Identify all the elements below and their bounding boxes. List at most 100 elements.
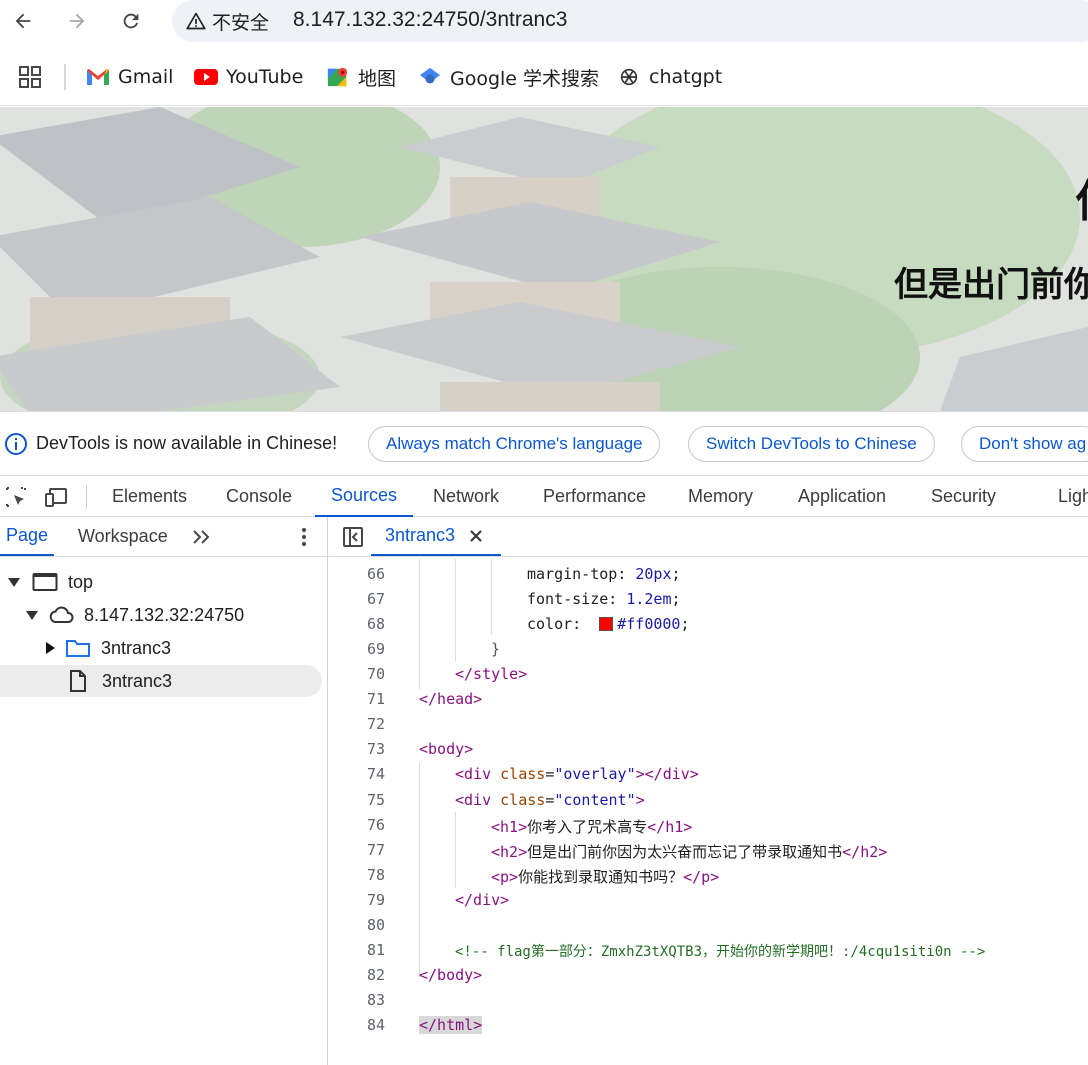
scholar-icon — [419, 67, 441, 84]
line-number: 68 — [366, 615, 385, 633]
indent-guide — [419, 762, 420, 977]
code-line: </body> — [419, 966, 483, 984]
back-button[interactable] — [8, 6, 38, 36]
code-line: </div> — [455, 891, 510, 909]
code-line: <body> — [419, 740, 474, 758]
tab-page[interactable]: Page — [0, 517, 55, 556]
tab-performance[interactable]: Performance — [543, 476, 646, 517]
tree-item-file[interactable]: 3ntranc3 — [0, 665, 322, 697]
line-number: 77 — [366, 841, 385, 859]
tree-item-top[interactable]: top — [0, 566, 322, 598]
forward-button[interactable] — [62, 6, 92, 36]
code-line: margin-top: 20px; — [527, 565, 681, 583]
apps-grid-icon[interactable] — [18, 65, 42, 89]
tree-item-host[interactable]: 8.147.132.32:24750 — [0, 599, 322, 631]
security-label: 不安全 — [212, 11, 270, 34]
line-number: 67 — [366, 590, 385, 608]
bookmark-chatgpt[interactable]: chatgpt — [617, 64, 722, 90]
infobar-message: DevTools is now available in Chinese! — [36, 433, 338, 453]
code-line: color: #ff0000; — [527, 615, 690, 633]
address-bar: 不安全 8.147.132.32:24750/3ntranc3 — [0, 0, 1088, 42]
tree-label: 8.147.132.32:24750 — [84, 604, 245, 625]
line-number: 66 — [366, 565, 385, 583]
bookmark-youtube[interactable]: YouTube — [194, 64, 303, 90]
info-icon — [5, 433, 27, 455]
code-line: } — [491, 640, 501, 658]
reload-button[interactable] — [116, 6, 146, 36]
page-heading-h2: 但是出门前你 — [894, 265, 1088, 305]
inspect-element-icon[interactable] — [4, 485, 28, 509]
more-options-icon[interactable] — [296, 517, 312, 556]
bookmark-label: Gmail — [118, 66, 174, 88]
editor-tab-file[interactable]: 3ntranc3 — [371, 517, 501, 556]
tab-sources[interactable]: Sources — [315, 476, 414, 517]
tab-elements[interactable]: Elements — [112, 476, 187, 517]
bookmarks-separator — [64, 64, 66, 90]
device-toolbar-icon[interactable] — [44, 485, 68, 509]
flag-comment-line: <!-- flag第一部分：ZmxhZ3tXQTB3，开始你的新学期吧！:/4c… — [455, 944, 986, 960]
bookmark-maps[interactable]: 地图 — [326, 64, 396, 90]
code-line: <div class="content"> — [455, 791, 645, 809]
warning-icon — [186, 12, 206, 30]
arrow-left-icon — [15, 13, 31, 29]
editor-tabs: 3ntranc3 — [329, 517, 1088, 557]
openai-icon — [620, 68, 638, 86]
close-icon[interactable] — [469, 529, 483, 543]
line-number: 71 — [366, 690, 385, 708]
expand-down-icon — [26, 610, 38, 620]
line-number: 72 — [366, 715, 385, 733]
devtools-main-toolbar: Elements Console Sources Network Perform… — [0, 475, 1088, 517]
maps-icon — [327, 67, 348, 87]
bookmark-label: Google 学术搜索 — [450, 67, 600, 90]
indent-guide — [491, 559, 492, 635]
tab-application[interactable]: Application — [798, 476, 886, 517]
toolbar-separator — [86, 485, 87, 509]
line-number: 76 — [366, 816, 385, 834]
navigator-tabs: Page Workspace — [0, 517, 328, 557]
code-line: <div class="overlay"></div> — [455, 765, 699, 783]
bookmark-label: YouTube — [226, 66, 304, 88]
tab-memory[interactable]: Memory — [688, 476, 753, 517]
reload-icon — [123, 13, 139, 29]
tab-security[interactable]: Security — [931, 476, 996, 517]
line-number: 73 — [366, 740, 385, 758]
tab-workspace[interactable]: Workspace — [78, 517, 168, 556]
always-match-language-button[interactable]: Always match Chrome's language — [368, 426, 661, 462]
code-line: </html> — [419, 1016, 483, 1034]
bookmark-gmail[interactable]: Gmail — [86, 64, 173, 90]
toggle-navigator-icon[interactable] — [342, 526, 364, 548]
expand-down-icon — [8, 577, 20, 587]
line-number: 81 — [366, 941, 385, 959]
line-number: 80 — [366, 916, 385, 934]
bookmarks-bar: Gmail YouTube 地图 Google 学术搜索 chatgpt — [0, 48, 1088, 106]
line-number: 82 — [366, 966, 385, 984]
youtube-icon — [194, 69, 218, 85]
line-number: 74 — [366, 765, 385, 783]
arrow-right-icon — [69, 13, 85, 29]
frame-icon — [32, 573, 58, 591]
devtools-language-infobar: DevTools is now available in Chinese! Al… — [0, 411, 1088, 475]
indent-guide — [455, 812, 456, 888]
tab-lighthouse[interactable]: Ligh — [1058, 476, 1088, 517]
tab-console[interactable]: Console — [226, 476, 292, 517]
folder-icon — [66, 640, 90, 657]
code-line: <h1>你考入了咒术高专</h1> — [491, 818, 693, 836]
code-line: <h2>但是出门前你因为太兴奋而忘记了带录取通知书</h2> — [491, 843, 888, 861]
tab-network[interactable]: Network — [433, 476, 499, 517]
more-tabs-chevron-icon[interactable] — [192, 517, 212, 556]
color-swatch[interactable] — [599, 617, 614, 631]
bookmark-scholar[interactable]: Google 学术搜索 — [418, 64, 599, 90]
dont-show-again-button[interactable]: Don't show ag — [961, 426, 1088, 462]
file-icon — [70, 670, 86, 692]
code-line: </style> — [455, 665, 528, 683]
line-number: 75 — [366, 791, 385, 809]
switch-to-chinese-button[interactable]: Switch DevTools to Chinese — [688, 426, 935, 462]
omnibox[interactable]: 不安全 8.147.132.32:24750/3ntranc3 — [172, 0, 1088, 42]
tree-label: 3ntranc3 — [102, 670, 173, 691]
expand-right-icon — [46, 642, 55, 654]
code-line: <p>你能找到录取通知书吗？</p> — [491, 868, 720, 886]
tree-item-folder[interactable]: 3ntranc3 — [0, 632, 322, 664]
url-text[interactable]: 8.147.132.32:24750/3ntranc3 — [293, 8, 567, 32]
line-number: 84 — [366, 1016, 385, 1034]
line-number: 83 — [366, 991, 385, 1009]
